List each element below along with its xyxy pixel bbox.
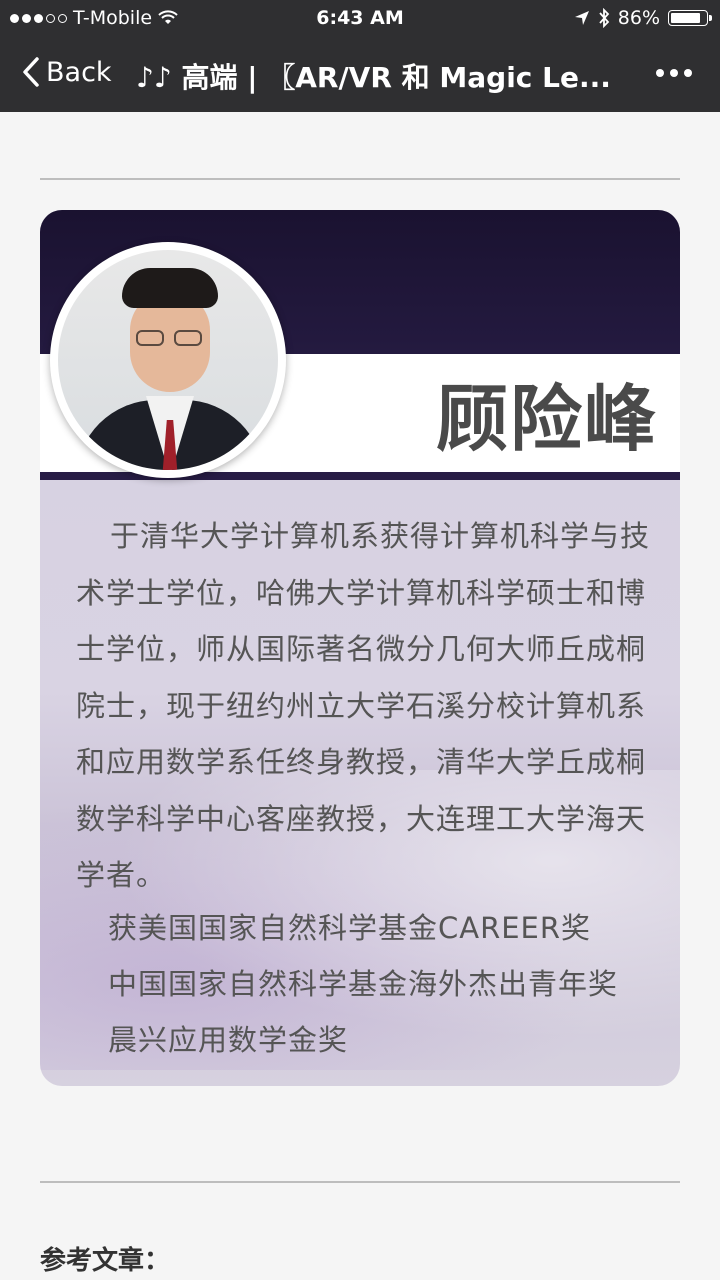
status-bar: T-Mobile 6:43 AM 86% [0, 0, 720, 38]
profile-bio: 于清华大学计算机系获得计算机科学与技术学士学位，哈佛大学计算机科学硕士和博士学位… [76, 519, 651, 892]
award-item: 获美国国家自然科学基金CAREER奖 [108, 911, 592, 945]
status-right: 86% [574, 7, 712, 29]
avatar [50, 242, 286, 478]
page-title: ♪♪ 高端 | 〖AR/VR 和 Magic Le... [136, 61, 611, 94]
battery-icon [668, 10, 712, 26]
awards-list: 获美国国家自然科学基金CAREER奖 中国国家自然科学基金海外杰出青年奖 晨兴应… [108, 900, 668, 1068]
bluetooth-icon [599, 8, 610, 28]
more-dots-icon [656, 69, 664, 77]
profile-name: 顾险峰 [435, 377, 658, 461]
battery-percent: 86% [617, 7, 660, 29]
more-button[interactable] [656, 69, 692, 77]
chevron-left-icon [23, 57, 39, 87]
award-item: 晨兴应用数学金奖 [108, 1023, 349, 1057]
divider-top [40, 178, 680, 180]
references-heading: 参考文章： [40, 1246, 171, 1276]
award-item: 中国国家自然科学基金海外杰出青年奖 [108, 967, 619, 1001]
back-label: Back [46, 56, 112, 88]
navigation-bar: Back ♪♪ 高端 | 〖AR/VR 和 Magic Le... [0, 38, 720, 112]
profile-card: 顾险峰 于清华大学计算机系获得计算机科学与技术学士学位，哈佛大学计算机科学硕士和… [40, 210, 680, 1086]
battery-fill [671, 13, 701, 23]
back-button[interactable]: Back [22, 56, 112, 88]
portrait-photo [58, 250, 278, 470]
location-arrow-icon [574, 11, 589, 25]
divider-bottom [40, 1181, 680, 1183]
